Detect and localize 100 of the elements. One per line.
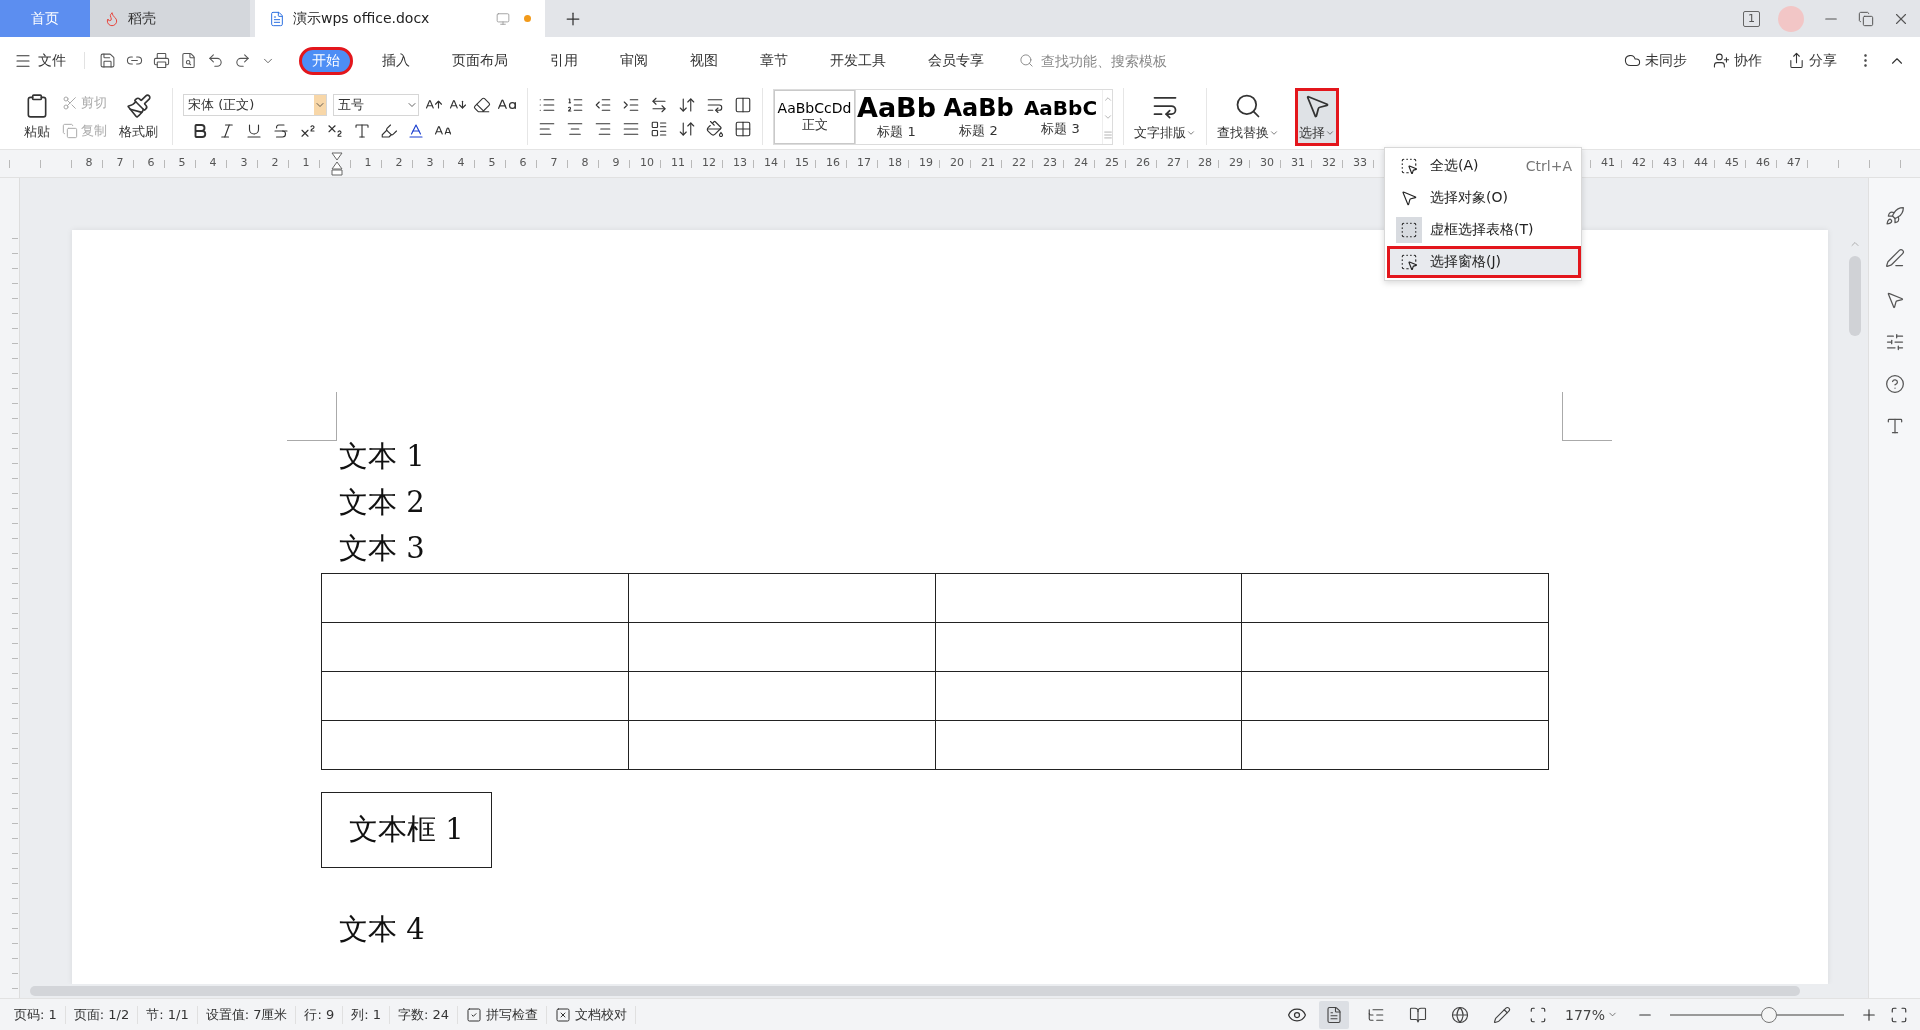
redo-icon[interactable] — [234, 52, 251, 69]
collaborate-button[interactable]: 协作 — [1707, 50, 1768, 71]
crop-mark — [287, 392, 337, 441]
sync-button[interactable]: 未同步 — [1618, 50, 1693, 71]
format-painter-button[interactable]: 格式刷 — [115, 88, 162, 145]
ruler-number: 3 — [424, 156, 436, 169]
globe-icon — [1450, 1005, 1469, 1024]
ribbon-tab[interactable]: 插入 — [369, 46, 423, 75]
pen-icon — [1492, 1005, 1511, 1024]
status-text: 页码: 1 — [6, 1005, 66, 1024]
style-preview: AaBb — [943, 93, 1014, 122]
shading-icon[interactable] — [706, 119, 724, 138]
ruler-number: 21 — [979, 156, 997, 169]
paragraph: 文本 2 — [339, 484, 426, 521]
ruler-number: 11 — [669, 156, 687, 169]
save-icon[interactable] — [99, 52, 116, 69]
file-menu[interactable]: 文件 — [14, 51, 74, 70]
style-item[interactable]: AaBbCcDd 正文 — [774, 89, 856, 144]
eraser-icon[interactable] — [473, 95, 491, 114]
pen-icon[interactable] — [1884, 248, 1905, 268]
ruler-number: 29 — [1227, 156, 1245, 169]
sliders-icon[interactable] — [1884, 332, 1905, 352]
search-icon — [1019, 53, 1034, 68]
ribbon-tab[interactable]: 开发工具 — [817, 46, 899, 75]
find-replace-button[interactable]: 查找替换 — [1213, 87, 1283, 146]
rocket-icon[interactable] — [1884, 206, 1905, 226]
fullscreen-icon[interactable] — [1890, 1005, 1908, 1024]
help-icon[interactable] — [1884, 374, 1905, 394]
distribute-icon[interactable] — [650, 119, 668, 138]
indent-marker-icon[interactable] — [331, 152, 343, 176]
strikethrough-icon[interactable] — [272, 121, 290, 140]
view-button[interactable] — [1318, 1000, 1349, 1029]
scrollbar-thumb[interactable] — [30, 986, 1800, 996]
window-tab[interactable]: 演示wps office.docx — [255, 0, 545, 37]
style-preview: AaBbCcDd — [777, 99, 852, 116]
ribbon-tab[interactable]: 审阅 — [607, 46, 661, 75]
search-field[interactable]: 查找功能、搜索模板 — [1039, 51, 1199, 70]
spell-check-button[interactable]: 拼写检查 — [458, 1005, 548, 1024]
ruler-number: 2 — [393, 156, 405, 169]
ruler-number: 5 — [176, 156, 188, 169]
user-add-icon — [1713, 52, 1730, 69]
highlighter-icon[interactable] — [380, 121, 398, 140]
window-tab[interactable]: 稻壳 — [90, 0, 250, 37]
ruler-number: 15 — [793, 156, 811, 169]
monitor-icon — [496, 11, 510, 26]
shortcut-text: Ctrl+A — [1525, 158, 1572, 174]
line-spacing-icon[interactable] — [678, 119, 696, 138]
ruler-number: 23 — [1041, 156, 1059, 169]
cloud-icon — [1624, 52, 1641, 69]
borders-icon[interactable] — [734, 119, 752, 138]
ruler-number: 42 — [1630, 156, 1648, 169]
print-icon[interactable] — [153, 52, 170, 69]
font-size-field[interactable]: 五号 — [333, 93, 419, 116]
ruler-number: 6 — [145, 156, 157, 169]
ruler-number: 33 — [1351, 156, 1369, 169]
share-icon — [1788, 52, 1805, 69]
ribbon-tab[interactable]: 视图 — [677, 46, 731, 75]
ribbon-tab[interactable]: 会员专享 — [915, 46, 997, 75]
sort-icon[interactable] — [678, 95, 696, 114]
ruler-number: 45 — [1723, 156, 1741, 169]
ribbon-tab[interactable]: 引用 — [537, 46, 591, 75]
slider-thumb[interactable] — [1761, 1006, 1778, 1023]
ruler-number: 32 — [1320, 156, 1338, 169]
numbered-list-icon[interactable] — [566, 95, 584, 114]
font-family-field[interactable]: 宋体 (正文) — [183, 93, 327, 116]
dashed-table-icon — [1400, 221, 1418, 239]
text-effect-icon[interactable] — [353, 121, 371, 140]
zoom-dropdown[interactable]: 177% — [1558, 1005, 1624, 1024]
scissors-icon — [62, 94, 78, 111]
tab-stops-icon[interactable] — [734, 95, 752, 114]
status-text: 页面: 1/2 — [65, 1005, 139, 1024]
ribbon-tab[interactable]: 页面布局 — [439, 46, 521, 75]
tab-label: 首页 — [31, 9, 59, 28]
menu-item[interactable]: 选择窗格(J) — [1387, 246, 1581, 278]
window-count-badge[interactable]: 1 — [1743, 10, 1760, 27]
style-label: 标题 2 — [959, 121, 998, 140]
text-direction-icon[interactable] — [650, 95, 668, 114]
italic-icon[interactable] — [218, 121, 236, 140]
scrollbar-thumb[interactable] — [1849, 256, 1861, 336]
ruler-number: 5 — [486, 156, 498, 169]
restore-icon[interactable] — [1858, 10, 1874, 27]
ruler-number: 17 — [855, 156, 873, 169]
undo-icon[interactable] — [207, 52, 224, 69]
text-layout-button[interactable]: 文字排版 — [1130, 87, 1200, 146]
proofread-button[interactable]: 文档校对 — [547, 1005, 637, 1024]
ribbon-tab[interactable]: 章节 — [747, 46, 801, 75]
share-button[interactable]: 分享 — [1782, 50, 1843, 71]
fit-icon[interactable] — [1528, 1005, 1547, 1024]
ruler-number: 26 — [1134, 156, 1152, 169]
style-label: 正文 — [801, 115, 828, 134]
select-button[interactable]: 选择 — [1295, 87, 1339, 146]
paragraph: 文本 1 — [339, 438, 426, 475]
underline-icon[interactable] — [245, 121, 263, 140]
ruler-number: 44 — [1692, 156, 1710, 169]
ruler-number: 1 — [362, 156, 374, 169]
paste-button[interactable]: 粘贴 — [20, 88, 54, 145]
x-box-icon — [555, 1006, 572, 1023]
style-label: 标题 3 — [1041, 119, 1080, 138]
status-text: 设置值: 7厘米 — [197, 1005, 297, 1024]
preview-icon[interactable] — [180, 52, 197, 69]
